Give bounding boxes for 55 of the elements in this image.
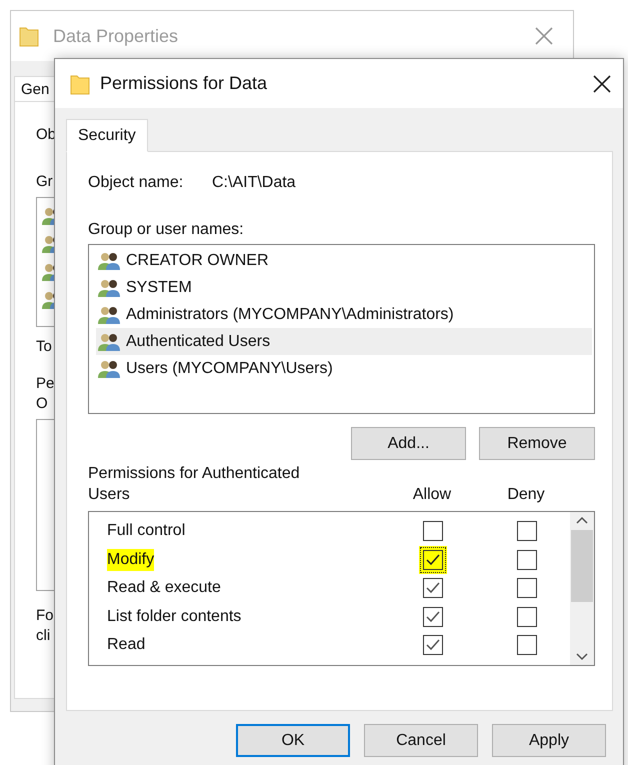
users-icon — [98, 358, 122, 378]
permissions-label: Pe — [36, 374, 54, 394]
deny-checkbox[interactable] — [517, 578, 537, 598]
dialog-button[interactable]: OK — [236, 724, 350, 757]
allow-checkbox[interactable] — [423, 578, 443, 598]
group-item[interactable]: Authenticated Users — [126, 332, 270, 350]
permissions-label: O — [36, 394, 48, 414]
group-item[interactable]: CREATOR OWNER — [126, 252, 269, 270]
footer-label: cli — [36, 626, 50, 646]
remove-button[interactable]: Remove — [479, 427, 595, 460]
users-icon — [98, 332, 122, 352]
permission-name: Full control — [107, 521, 186, 542]
allow-checkbox[interactable] — [423, 635, 443, 656]
close-icon[interactable] — [593, 74, 611, 92]
users-icon — [98, 304, 122, 324]
permissions-label: Permissions for Authenticated Users — [88, 464, 301, 505]
window-title: Data Properties — [53, 26, 178, 46]
object-name-label: Object name: — [88, 173, 184, 193]
dialog-button[interactable]: Apply — [492, 724, 606, 757]
scroll-up-icon[interactable] — [576, 516, 588, 524]
group-item[interactable]: Users (MYCOMPANY\Users) — [126, 360, 333, 378]
check-icon — [426, 554, 440, 566]
folder-icon — [70, 72, 90, 94]
tab[interactable]: Gen — [14, 76, 56, 101]
deny-checkbox[interactable] — [517, 521, 537, 542]
deny-checkbox[interactable] — [517, 635, 537, 656]
scrollbar[interactable] — [570, 512, 594, 665]
footer-label: Fo — [36, 606, 54, 626]
folder-icon — [19, 25, 39, 47]
group-item[interactable]: SYSTEM — [126, 278, 192, 296]
check-icon — [426, 610, 440, 623]
permission-name: Read & execute — [107, 578, 221, 598]
object-name-value: C:\AIT\Data — [212, 173, 296, 193]
column-header: Deny — [506, 485, 546, 505]
allow-checkbox[interactable] — [423, 521, 443, 542]
check-icon — [426, 639, 440, 652]
group-item[interactable]: Administrators (MYCOMPANY\Administrators) — [126, 306, 454, 324]
permission-name: List folder contents — [107, 606, 242, 627]
add-button[interactable]: Add... — [351, 427, 466, 460]
deny-checkbox[interactable] — [517, 550, 537, 570]
users-icon — [98, 250, 122, 270]
deny-checkbox[interactable] — [517, 606, 537, 627]
permission-name: Modify — [107, 548, 154, 571]
users-icon — [98, 278, 122, 298]
window-title: Permissions for Data — [100, 73, 268, 94]
permission-name: Read — [107, 635, 146, 656]
allow-checkbox[interactable] — [423, 606, 443, 627]
group-label: Gr — [36, 172, 53, 192]
tab[interactable]: Security — [66, 119, 148, 152]
group-label: Group or user names: — [88, 220, 244, 240]
scroll-down-icon[interactable] — [576, 653, 588, 661]
check-icon — [426, 582, 440, 594]
column-header: Allow — [412, 485, 452, 505]
dialog-button[interactable]: Cancel — [364, 724, 478, 757]
total-label: To — [36, 337, 52, 357]
